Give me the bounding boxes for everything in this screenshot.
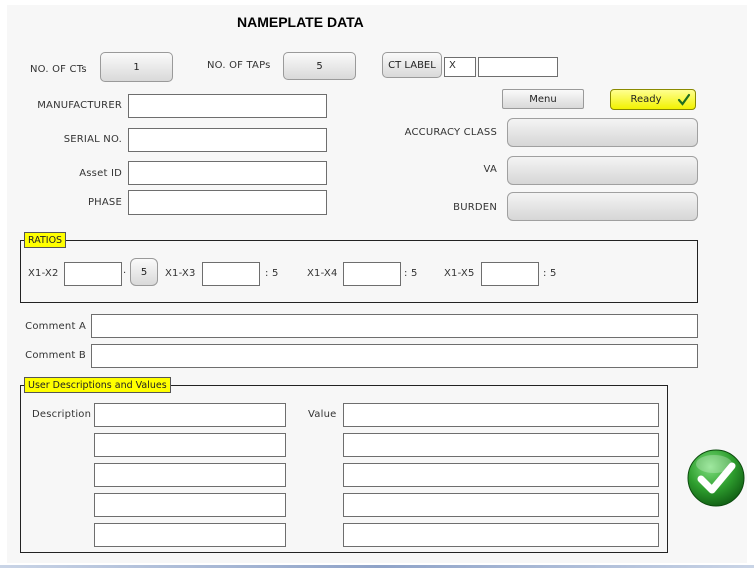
phase-label: PHASE <box>87 197 122 208</box>
no-of-taps-label: NO. OF TAPs <box>207 60 271 71</box>
description-field-5[interactable] <box>94 523 286 547</box>
value-field-3[interactable] <box>343 463 659 487</box>
va-field[interactable] <box>507 156 698 185</box>
green-check-circle-icon <box>687 449 745 507</box>
ratio-label-x1-x4: X1-X4 <box>307 268 338 279</box>
ratio-separator: · <box>123 268 127 279</box>
no-of-taps-button[interactable]: 5 <box>283 52 356 80</box>
ratio-field-x1-x2[interactable] <box>64 262 122 286</box>
value-field-2[interactable] <box>343 433 659 457</box>
comment-b-label: Comment B <box>25 350 86 361</box>
accuracy-class-label: ACCURACY CLASS <box>404 127 497 138</box>
description-field-2[interactable] <box>94 433 286 457</box>
serial-no-field[interactable] <box>128 128 327 152</box>
value-label: Value <box>308 409 337 420</box>
ratio-field-x1-x5[interactable] <box>481 262 539 286</box>
user-desc-legend: User Descriptions and Values <box>24 377 171 393</box>
va-label: VA <box>483 164 497 175</box>
asset-id-field[interactable] <box>128 161 327 185</box>
description-field-3[interactable] <box>94 463 286 487</box>
bottom-divider <box>0 565 754 568</box>
accuracy-class-field[interactable] <box>507 118 698 147</box>
ratio-label-x1-x2: X1-X2 <box>28 268 59 279</box>
comment-a-label: Comment A <box>25 321 86 332</box>
ratios-legend: RATIOS <box>24 232 67 248</box>
confirm-button[interactable] <box>686 448 746 508</box>
ratio-secondary-x1-x4: : 5 <box>404 268 418 279</box>
ratio-label-x1-x3: X1-X3 <box>165 268 196 279</box>
value-field-5[interactable] <box>343 523 659 547</box>
page-title: NAMEPLATE DATA <box>237 14 364 30</box>
ratio-secondary-x1-x3: : 5 <box>265 268 279 279</box>
manufacturer-label: MANUFACTURER <box>37 100 122 111</box>
ct-label-prefix-field[interactable]: X <box>444 57 476 77</box>
checkmark-icon <box>677 93 691 106</box>
burden-label: BURDEN <box>453 202 497 213</box>
description-label: Description <box>32 409 92 420</box>
ratio-secondary-button[interactable]: 5 <box>130 258 158 286</box>
ratio-label-x1-x5: X1-X5 <box>444 268 475 279</box>
no-of-cts-label: NO. OF CTs <box>30 64 87 75</box>
no-of-cts-button[interactable]: 1 <box>100 52 173 82</box>
ready-button[interactable]: Ready <box>610 89 696 110</box>
manufacturer-field[interactable] <box>128 94 327 118</box>
menu-button[interactable]: Menu <box>502 89 584 109</box>
ct-label-field[interactable] <box>478 57 558 77</box>
serial-no-label: SERIAL NO. <box>63 134 122 145</box>
value-field-1[interactable] <box>343 403 659 427</box>
ratio-secondary-x1-x5: : 5 <box>543 268 557 279</box>
ct-label-button[interactable]: CT LABEL <box>382 52 442 78</box>
comment-a-field[interactable] <box>91 314 698 338</box>
phase-field[interactable] <box>128 190 327 215</box>
description-field-1[interactable] <box>94 403 286 427</box>
ready-label: Ready <box>630 94 662 105</box>
asset-id-label: Asset ID <box>79 168 122 179</box>
ratio-field-x1-x3[interactable] <box>202 262 260 286</box>
ratio-field-x1-x4[interactable] <box>343 262 401 286</box>
comment-b-field[interactable] <box>91 344 698 368</box>
description-field-4[interactable] <box>94 493 286 517</box>
burden-field[interactable] <box>507 192 698 221</box>
value-field-4[interactable] <box>343 493 659 517</box>
